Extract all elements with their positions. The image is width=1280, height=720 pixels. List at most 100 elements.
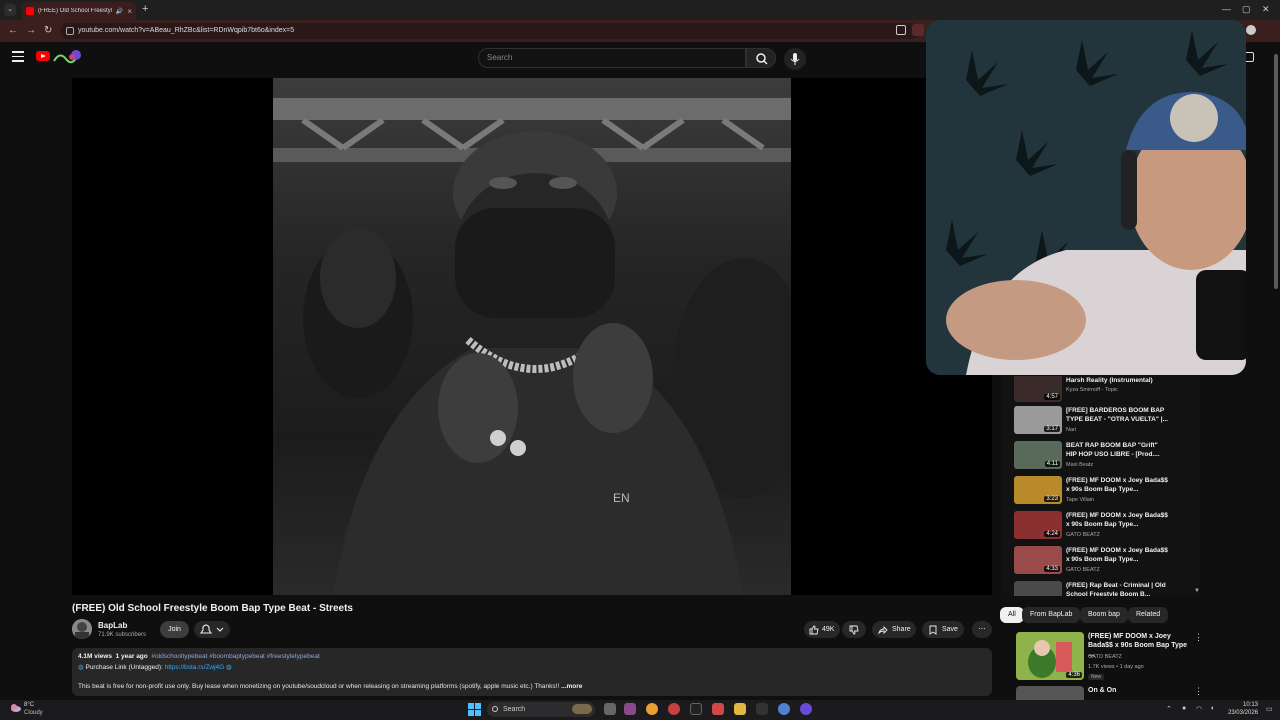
youtube-logo-icon[interactable]	[36, 51, 50, 61]
url-field[interactable]: youtube.com/watch?v=ABeau_RhZBc&list=RDn…	[60, 23, 920, 39]
maximize-icon[interactable]: ▢	[1242, 4, 1251, 15]
video-player[interactable]: EN	[72, 78, 992, 595]
playlist-item[interactable]: 4:24 (FREE) MF DOOM x Joey Bada$$ x 90s …	[1002, 511, 1200, 545]
windows-taskbar: 8°C Cloudy Search ⌃ ● ◠ ◖ 10:13 23/03/20…	[0, 700, 1280, 720]
windows-start-icon[interactable]	[468, 703, 481, 716]
profile-icon[interactable]	[1246, 25, 1256, 35]
playlist-thumbnail[interactable]: 3:23	[1014, 476, 1062, 504]
minimize-icon[interactable]: —	[1222, 4, 1231, 14]
channel-avatar[interactable]	[72, 619, 92, 639]
save-button[interactable]: Save	[922, 621, 964, 638]
chip-boom-bap[interactable]: Boom bap	[1080, 607, 1128, 623]
purchase-link[interactable]: https://bsta.rs/Zwj4G	[165, 664, 225, 671]
like-button[interactable]: 49K	[804, 621, 840, 638]
tab-search-button[interactable]: ⌄	[4, 4, 16, 16]
playlist-item[interactable]: 4:33 (FREE) MF DOOM x Joey Bada$$ x 90s …	[1002, 546, 1200, 580]
playlist-item[interactable]: 3:23 (FREE) MF DOOM x Joey Bada$$ x 90s …	[1002, 476, 1200, 510]
chip-related[interactable]: Related	[1128, 607, 1169, 623]
clock-date[interactable]: 23/03/2026	[1220, 710, 1258, 716]
app-icon[interactable]	[778, 703, 790, 715]
chrome-icon[interactable]	[646, 703, 658, 715]
site-info-icon[interactable]	[66, 27, 74, 35]
cloud-icon[interactable]	[10, 703, 22, 713]
playlist-thumbnail[interactable]: 4:57	[1014, 376, 1062, 402]
playlist-item-title[interactable]: [FREE] BARDEROS BOOM BAP TYPE BEAT - "OT…	[1066, 406, 1170, 424]
playlist-thumbnail[interactable]: 4:11	[1014, 441, 1062, 469]
chip-from-channel[interactable]: From BapLab	[1022, 607, 1081, 623]
page-scrollbar-thumb[interactable]	[1274, 54, 1278, 289]
volume-icon[interactable]: ◖	[1210, 705, 1214, 712]
playlist-item-title[interactable]: BEAT RAP BOOM BAP "Grift" HIP HOP USO LI…	[1066, 441, 1170, 459]
description-box[interactable]: 4.1M views 1 year ago #oldschooltypebeat…	[72, 648, 992, 696]
search-input[interactable]: Search	[478, 48, 746, 68]
chip-all[interactable]: All	[1000, 607, 1024, 623]
tray-chevron-icon[interactable]: ⌃	[1166, 705, 1172, 713]
file-explorer-icon[interactable]	[734, 703, 746, 715]
forward-arrow-icon[interactable]: →	[26, 25, 36, 36]
obs-icon[interactable]	[800, 703, 812, 715]
more-actions-button[interactable]: ⋯	[972, 621, 992, 638]
playlist-item-title[interactable]: (FREE) MF DOOM x Joey Bada$$ x 90s Boom …	[1066, 546, 1170, 564]
extension-icon[interactable]	[912, 24, 924, 36]
notifications-button[interactable]	[194, 621, 230, 638]
opera-icon[interactable]	[668, 703, 680, 715]
playlist-item-title[interactable]: Harsh Reality (Instrumental)	[1066, 376, 1170, 385]
playlist-thumbnail[interactable]	[1014, 581, 1062, 596]
playlist-item[interactable]: (FREE) Rap Beat - Criminal | Old School …	[1002, 581, 1200, 596]
notifications-icon[interactable]: ▭	[1266, 705, 1273, 713]
page-scrollbar[interactable]	[1272, 42, 1280, 700]
install-app-icon[interactable]	[896, 25, 906, 35]
playlist-item[interactable]: 4:57 Harsh Reality (Instrumental) Kyza S…	[1002, 376, 1200, 410]
playlist-thumbnail[interactable]: 4:24	[1014, 511, 1062, 539]
clock-time[interactable]: 10:13	[1228, 702, 1258, 708]
new-tab-button[interactable]: +	[142, 3, 148, 15]
channel-name[interactable]: BapLab	[98, 621, 127, 630]
playlist-item-title[interactable]: (FREE) MF DOOM x Joey Bada$$ x 90s Boom …	[1066, 511, 1170, 529]
recommended-thumbnail[interactable]: 4:36	[1016, 632, 1084, 680]
youtube-doodle-logo[interactable]	[52, 49, 82, 65]
video-frame[interactable]: EN	[273, 78, 791, 595]
search-button[interactable]	[746, 48, 776, 68]
dislike-button[interactable]	[842, 621, 866, 638]
like-icon	[809, 625, 819, 635]
playlist-panel[interactable]: 4:57 Harsh Reality (Instrumental) Kyza S…	[1002, 376, 1200, 596]
brave-icon[interactable]	[712, 703, 724, 715]
recommended-thumbnail[interactable]	[1016, 686, 1084, 700]
playlist-item[interactable]: 4:11 BEAT RAP BOOM BAP "Grift" HIP HOP U…	[1002, 441, 1200, 475]
tiktok-icon[interactable]	[690, 703, 702, 715]
task-view-icon[interactable]	[604, 703, 616, 715]
recommended-title[interactable]: On & On	[1088, 687, 1116, 694]
more-options-icon[interactable]: ⋮	[1194, 632, 1203, 643]
playlist-scroll-down-icon[interactable]: ▼	[1194, 588, 1200, 594]
playlist-item-title[interactable]: (FREE) MF DOOM x Joey Bada$$ x 90s Boom …	[1066, 476, 1170, 494]
more-options-icon[interactable]: ⋮	[1194, 686, 1203, 697]
wifi-icon[interactable]: ◠	[1196, 705, 1202, 713]
weather-description[interactable]: Cloudy	[24, 710, 43, 716]
share-button[interactable]: Share	[872, 621, 916, 638]
hamburger-menu-icon[interactable]	[12, 51, 24, 62]
reload-icon[interactable]: ↻	[44, 25, 52, 36]
playlist-thumbnail[interactable]: 3:17	[1014, 406, 1062, 434]
playlist-item-title[interactable]: (FREE) Rap Beat - Criminal | Old School …	[1066, 581, 1170, 596]
capcut-icon[interactable]	[756, 703, 768, 715]
back-arrow-icon[interactable]: ←	[8, 25, 18, 36]
playlist-thumbnail[interactable]: 4:33	[1014, 546, 1062, 574]
search-highlight-icon[interactable]	[572, 704, 592, 714]
show-more-button[interactable]: ...more	[561, 683, 582, 690]
recommended-channel[interactable]: GATO BEATZ	[1088, 654, 1122, 660]
app-icon[interactable]	[624, 703, 636, 715]
recommended-video[interactable]: 4:36 (FREE) MF DOOM x Joey Bada$$ x 90s …	[1016, 632, 1206, 682]
join-button[interactable]: Join	[160, 621, 189, 638]
tab-close-button[interactable]: ×	[127, 7, 132, 16]
hashtags[interactable]: #oldschooltypebeat #boombaptypebeat #fre…	[151, 653, 319, 660]
browser-tab[interactable]: (FREE) Old School Freestyle 🔊 ×	[22, 2, 136, 20]
recommended-video[interactable]: On & On ⋮	[1016, 686, 1206, 700]
voice-search-button[interactable]	[784, 48, 806, 70]
weather-temperature[interactable]: 8°C	[24, 702, 34, 708]
close-window-icon[interactable]: ✕	[1262, 4, 1270, 15]
playlist-item-channel: Kyza Smirnoff - Topic	[1066, 387, 1118, 393]
search-icon	[756, 53, 768, 65]
speaker-icon[interactable]: 🔊	[116, 8, 123, 15]
microphone-icon[interactable]: ●	[1182, 705, 1186, 712]
playlist-item[interactable]: 3:17 [FREE] BARDEROS BOOM BAP TYPE BEAT …	[1002, 406, 1200, 440]
